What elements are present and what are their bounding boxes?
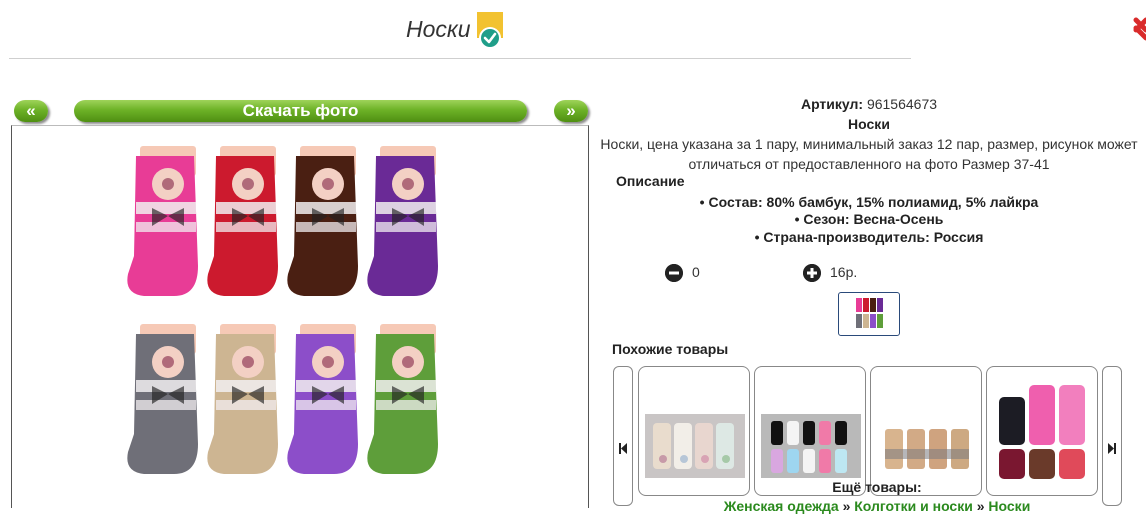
quantity-value: 0 xyxy=(692,264,700,280)
sock-pair xyxy=(127,146,198,296)
breadcrumb-link[interactable]: Женская одежда xyxy=(724,498,839,514)
sock-pair xyxy=(367,146,438,296)
description-heading: Описание xyxy=(616,173,685,189)
title-divider xyxy=(9,58,911,59)
sock-pair xyxy=(207,324,278,474)
similar-product-card[interactable] xyxy=(754,366,866,496)
article-label: Артикул: xyxy=(800,96,864,112)
breadcrumb-separator: » xyxy=(976,498,985,514)
sock-pair xyxy=(367,324,438,474)
minus-icon[interactable] xyxy=(665,264,683,282)
next-photo-button[interactable]: » xyxy=(554,100,588,122)
page-title: Носки xyxy=(406,16,471,42)
quantity-unit: 16р. xyxy=(830,264,858,280)
similar-product-image xyxy=(645,414,745,478)
sock-pair xyxy=(287,324,358,474)
photo-thumbnail[interactable] xyxy=(838,292,900,336)
similar-heading: Похожие товары xyxy=(612,341,729,357)
breadcrumb-separator: » xyxy=(842,498,851,514)
close-icon[interactable] xyxy=(1132,14,1146,44)
breadcrumb-link[interactable]: Колготки и носки xyxy=(854,498,973,514)
spec-item: • Состав: 80% бамбук, 15% полиамид, 5% л… xyxy=(699,194,1039,210)
product-info: Артикул: 961564673 Носки Носки, цена ука… xyxy=(592,94,1146,174)
similar-product-image xyxy=(761,414,861,478)
verified-badge-icon xyxy=(477,12,503,49)
sock-pair xyxy=(207,146,278,296)
sock-pair xyxy=(127,324,198,474)
similar-product-card[interactable] xyxy=(870,366,982,496)
sock-pair xyxy=(287,146,358,296)
thumbnail-image xyxy=(856,298,883,328)
product-name: Носки xyxy=(848,116,890,132)
product-summary-line-1: Носки, цена указана за 1 пару, минимальн… xyxy=(600,136,1138,152)
similar-product-image xyxy=(993,381,1093,479)
prev-photo-button[interactable]: « xyxy=(14,100,48,122)
more-products-heading: Ещё товары: xyxy=(832,479,922,495)
product-photo[interactable] xyxy=(120,140,470,505)
spec-item: • Страна-производитель: Россия xyxy=(754,229,984,245)
article-value: 961564673 xyxy=(866,96,938,112)
similar-product-card[interactable] xyxy=(638,366,750,496)
plus-icon[interactable] xyxy=(803,264,821,282)
download-photo-button[interactable]: Скачать фото xyxy=(74,100,527,122)
spec-item: • Сезон: Весна-Осень xyxy=(794,211,944,227)
breadcrumb-link[interactable]: Носки xyxy=(988,498,1030,514)
similar-product-card[interactable] xyxy=(986,366,1098,496)
breadcrumb: Женская одежда » Колготки и носки » Носк… xyxy=(592,498,1146,514)
product-summary-line-2: отличаться от предоставленного на фото Р… xyxy=(688,156,1050,172)
similar-product-image xyxy=(877,414,977,478)
